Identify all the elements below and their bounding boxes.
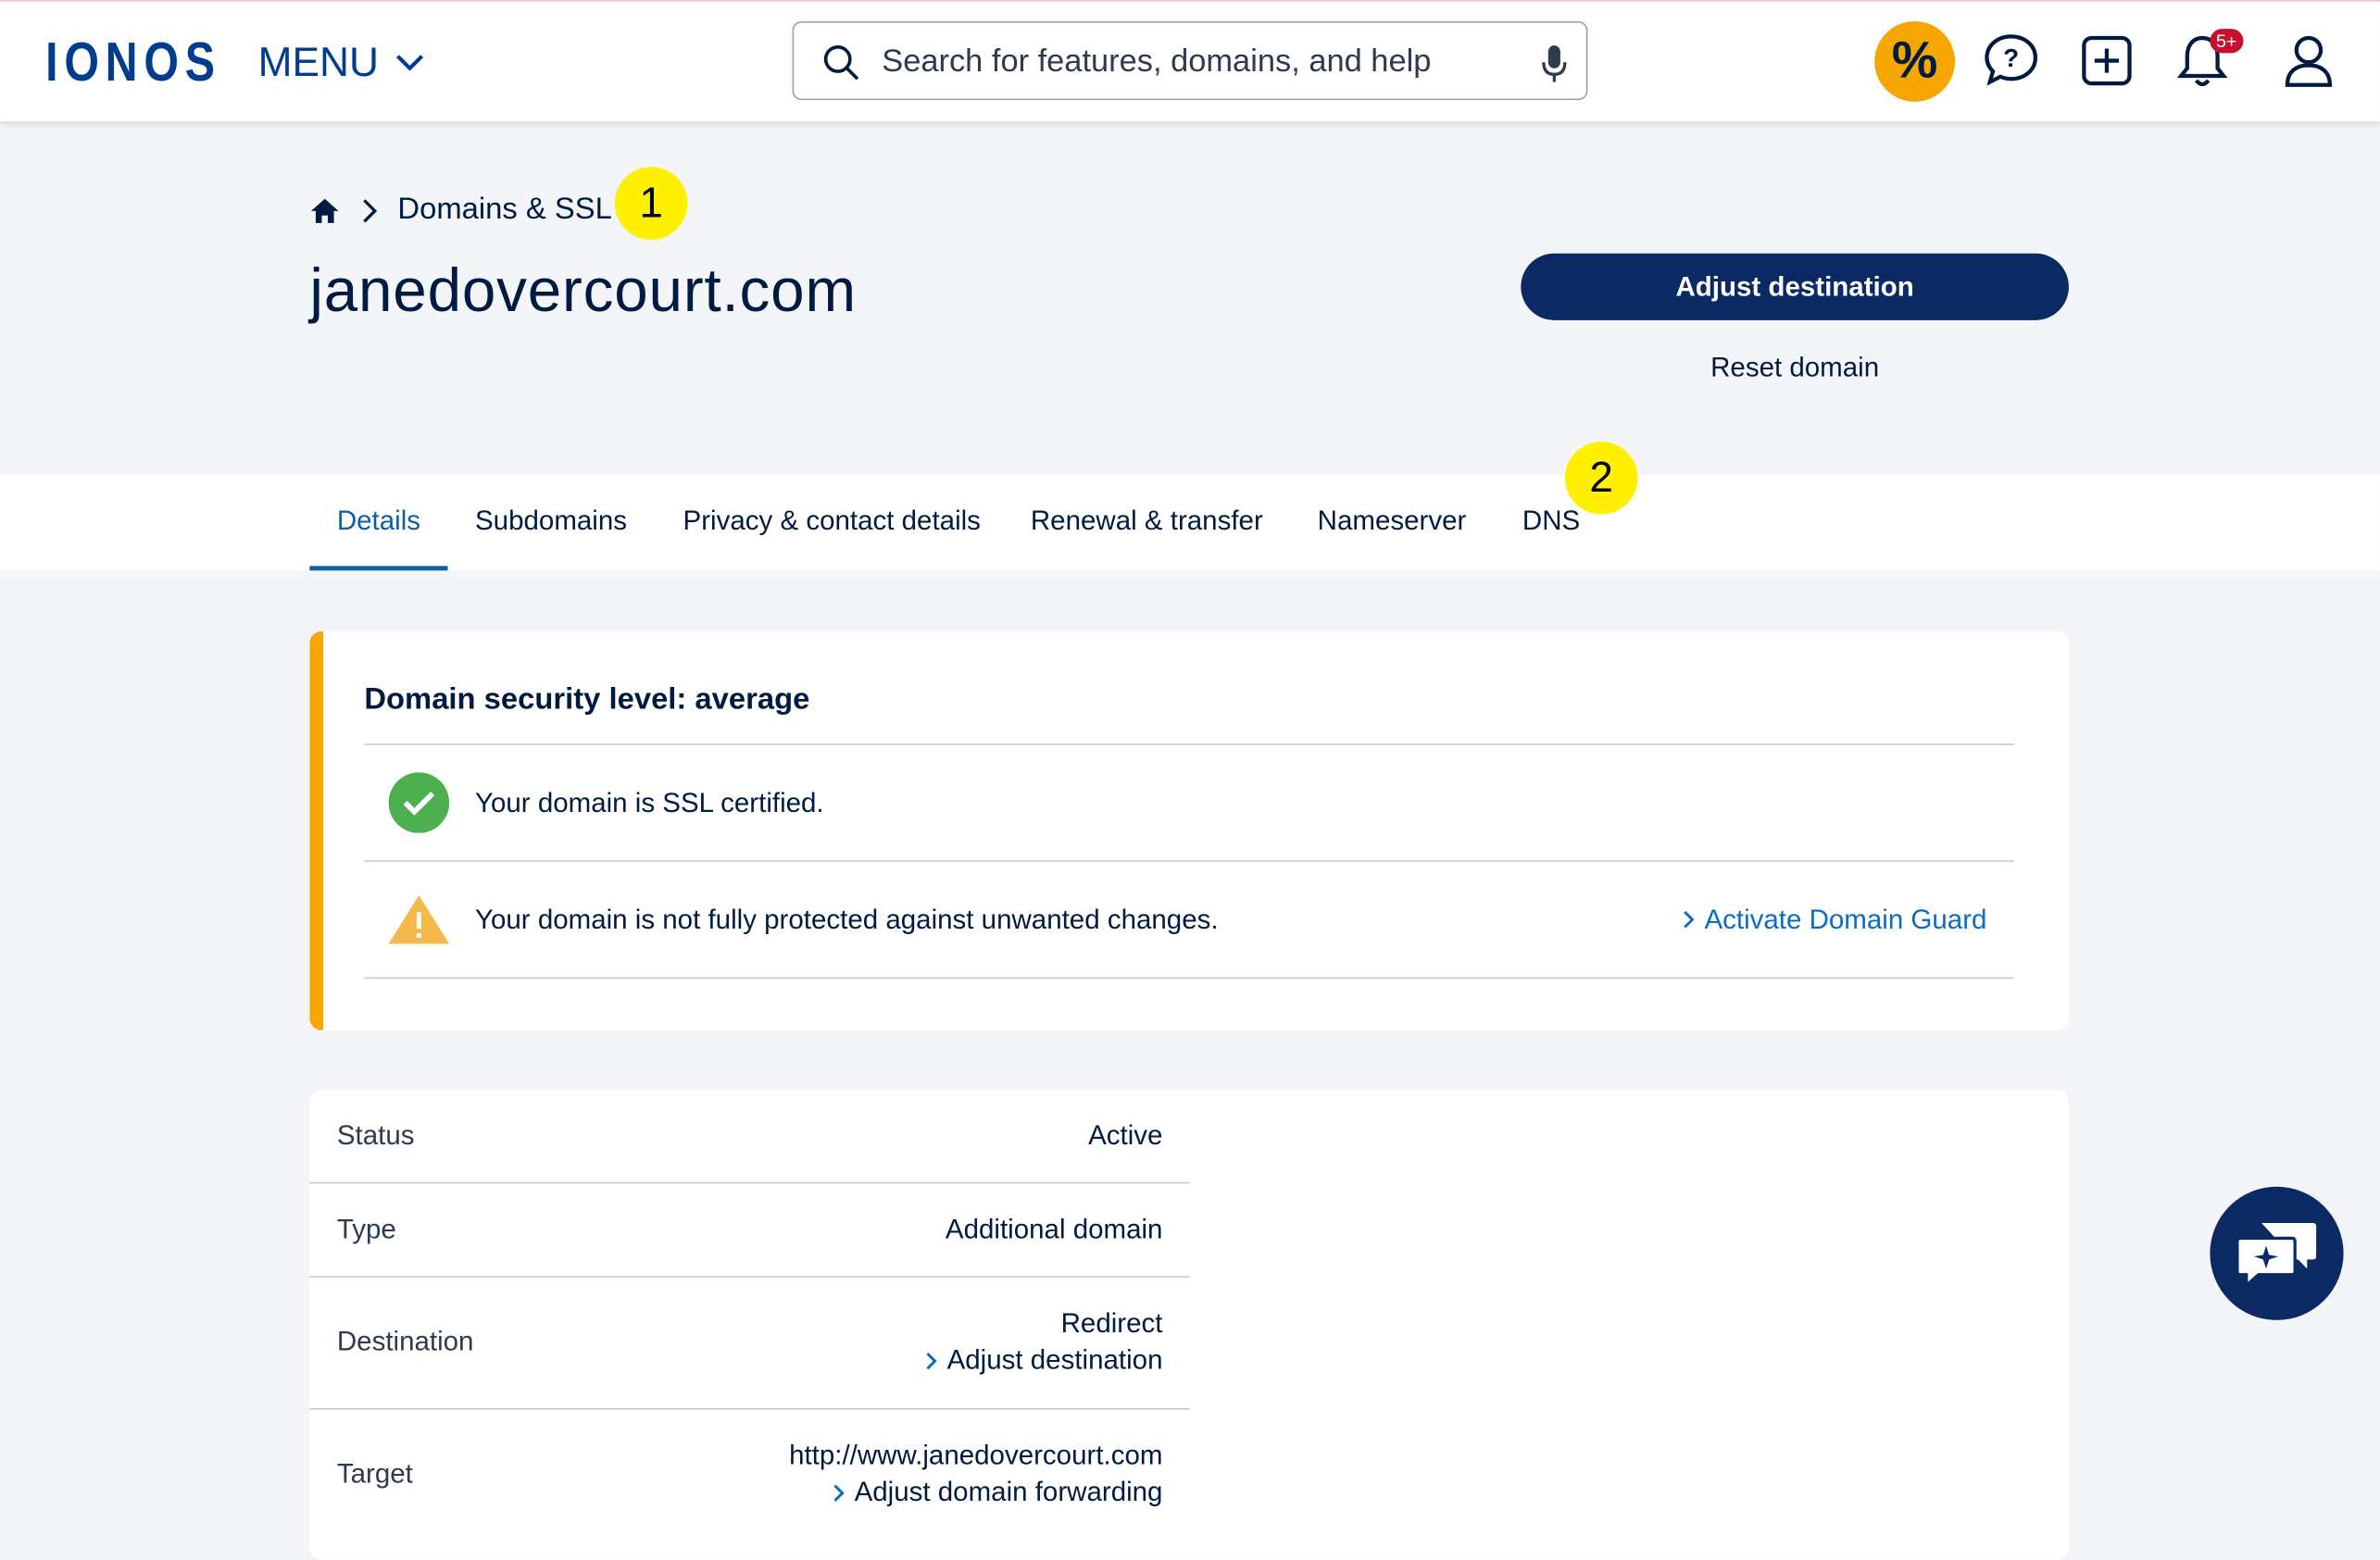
plus-square-icon: [2082, 35, 2132, 86]
type-value: Additional domain: [945, 1214, 1163, 1244]
tab-details[interactable]: Details: [309, 505, 448, 571]
detail-row-destination: Destination Redirect Adjust destination: [309, 1278, 1190, 1410]
add-button[interactable]: [2069, 23, 2145, 99]
security-level-heading: Domain security level: average: [364, 682, 810, 717]
protection-status-row: Your domain is not fully protected again…: [364, 862, 2014, 978]
tab-nameserver[interactable]: Nameserver: [1318, 505, 1467, 570]
reset-domain-link[interactable]: Reset domain: [1521, 352, 2069, 383]
adjust-domain-forwarding-link[interactable]: Adjust domain forwarding: [832, 1477, 1162, 1508]
breadcrumb-domains-ssl[interactable]: Domains & SSL: [397, 193, 611, 228]
main-menu-button[interactable]: MENU: [258, 40, 428, 85]
destination-label: Destination: [336, 1326, 474, 1357]
destination-value: Redirect: [1060, 1307, 1163, 1339]
home-icon[interactable]: [309, 195, 340, 226]
search-icon: [823, 45, 859, 81]
help-button[interactable]: ?: [1973, 23, 2049, 99]
help-chat-icon: ?: [1985, 34, 2038, 86]
user-icon: [2285, 35, 2332, 87]
chat-assistant-button[interactable]: [2210, 1186, 2344, 1320]
divider: [364, 977, 2014, 980]
step-marker-1: 1: [614, 167, 688, 240]
chevron-right-icon: [926, 1352, 937, 1369]
adjust-destination-link[interactable]: Adjust destination: [924, 1344, 1162, 1376]
adjust-destination-label: Adjust destination: [946, 1344, 1163, 1375]
search-input[interactable]: [878, 34, 1522, 90]
percent-icon: %: [1891, 31, 1938, 90]
search-bar: [792, 20, 1588, 101]
chevron-right-icon: [833, 1483, 845, 1502]
tab-privacy-contact[interactable]: Privacy & contact details: [683, 505, 981, 570]
page-title: janedovercourt.com: [309, 257, 857, 325]
detail-row-type: Type Additional domain: [309, 1183, 1190, 1279]
check-circle-icon: [387, 771, 451, 835]
chevron-right-icon: [363, 198, 378, 222]
menu-label: MENU: [257, 39, 379, 85]
microphone-icon[interactable]: [1541, 44, 1569, 84]
ssl-status-text: Your domain is SSL certified.: [475, 786, 824, 817]
svg-text:?: ?: [2003, 44, 2019, 72]
target-label: Target: [336, 1458, 413, 1489]
protection-status-text: Your domain is not fully protected again…: [475, 904, 1219, 934]
chat-bubbles-icon: [2236, 1223, 2317, 1289]
promotions-button[interactable]: %: [1874, 20, 1956, 102]
tab-dns[interactable]: DNS: [1522, 505, 1580, 570]
notifications-button[interactable]: 5+: [2164, 23, 2243, 99]
status-value: Active: [1088, 1119, 1163, 1151]
step-marker-2: 2: [1564, 441, 1638, 515]
warning-icon: [387, 888, 451, 952]
detail-row-target: Target http://www.janedovercourt.com Adj…: [309, 1410, 1190, 1559]
type-label: Type: [336, 1214, 396, 1244]
activate-domain-guard-label: Activate Domain Guard: [1704, 904, 1987, 934]
domain-security-card: Domain security level: average Your doma…: [309, 630, 2069, 1030]
top-navigation-bar: IONOS MENU % ? 5+: [0, 0, 2380, 122]
tab-subdomains[interactable]: Subdomains: [475, 505, 627, 570]
detail-row-status: Status Active: [309, 1090, 1190, 1184]
status-label: Status: [336, 1119, 415, 1151]
adjust-destination-button[interactable]: Adjust destination: [1521, 253, 2069, 320]
notification-count-badge: 5+: [2210, 29, 2243, 54]
tab-bar: Details Subdomains Privacy & contact det…: [0, 475, 2380, 571]
chevron-down-icon: [395, 55, 423, 71]
ssl-status-row: Your domain is SSL certified.: [364, 745, 2014, 861]
breadcrumb: Domains & SSL: [309, 193, 612, 228]
target-value: http://www.janedovercourt.com: [789, 1440, 1163, 1471]
chevron-right-icon: [1684, 910, 1695, 929]
adjust-domain-forwarding-label: Adjust domain forwarding: [854, 1476, 1163, 1507]
domain-details-card: Status Active Type Additional domain Des…: [309, 1089, 2069, 1560]
tab-renewal-transfer[interactable]: Renewal & transfer: [1031, 505, 1263, 570]
account-button[interactable]: [2271, 23, 2347, 99]
ionos-logo[interactable]: IONOS: [45, 34, 221, 90]
activate-domain-guard-link[interactable]: Activate Domain Guard: [1682, 904, 1987, 935]
